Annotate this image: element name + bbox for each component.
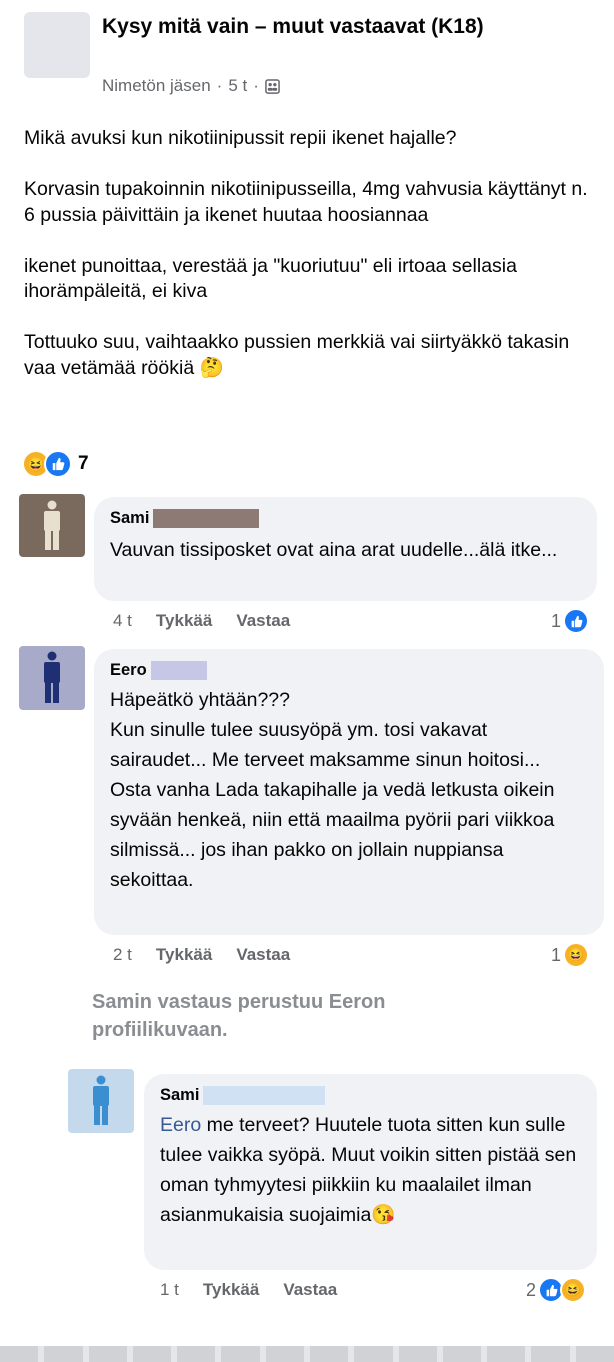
person-silhouette-icon <box>44 500 60 550</box>
person-silhouette-icon <box>93 1075 109 1125</box>
avatar[interactable] <box>19 646 85 710</box>
person-silhouette-icon <box>44 651 60 703</box>
reaction-count: 2 <box>526 1279 537 1300</box>
comment-bubble: Eero Häpeätkö yhtään??? Kun sinulle tule… <box>94 649 604 935</box>
comment-bubble: Sami Vauvan tissiposket ovat aina arat u… <box>94 497 597 601</box>
comment-text-line: Osta vanha Lada takapihalle ja vedä letk… <box>110 779 555 891</box>
comment-time[interactable]: 1 t <box>160 1280 179 1300</box>
post-author[interactable]: Nimetön jäsen <box>102 76 211 96</box>
like-link[interactable]: Tykkää <box>156 611 212 631</box>
avatar[interactable] <box>68 1069 134 1133</box>
comment-text-line: Kun sinulle tulee suusyöpä ym. tosi vaka… <box>110 719 541 771</box>
comment-author[interactable]: Eero <box>110 659 588 681</box>
reply-text: me terveet? Huutele tuota sitten kun sul… <box>160 1114 577 1226</box>
post-paragraph: Tottuuko suu, vaihtaakko pussien merkkiä… <box>24 331 570 379</box>
reply-link[interactable]: Vastaa <box>236 611 290 631</box>
reaction-count: 1 <box>551 944 562 965</box>
redacted-surname <box>150 660 207 680</box>
comment-author[interactable]: Sami <box>160 1084 581 1106</box>
post-reactions[interactable]: 😆 7 <box>22 450 89 478</box>
comment-reactions[interactable]: 2 😆 <box>526 1277 587 1303</box>
comment-time[interactable]: 4 t <box>113 611 132 631</box>
group-avatar[interactable] <box>24 12 90 78</box>
redacted-surname <box>203 1085 326 1105</box>
comment-reactions[interactable]: 1 <box>551 608 590 634</box>
annotation-text: Samin vastaus perustuu Eeron profiilikuv… <box>92 991 386 1041</box>
reply-link[interactable]: Vastaa <box>236 945 290 965</box>
like-link[interactable]: Tykkää <box>203 1280 259 1300</box>
reply-link[interactable]: Vastaa <box>283 1280 337 1300</box>
haha-icon: 😆 <box>563 942 590 968</box>
comment-actions: 2 t Tykkää Vastaa <box>113 945 290 965</box>
meta-separator-2: · <box>253 76 259 95</box>
comment-reactions[interactable]: 1 😆 <box>551 942 590 968</box>
members-audience-icon <box>265 78 280 94</box>
comment-author[interactable]: Sami <box>110 507 581 529</box>
like-link[interactable]: Tykkää <box>156 945 212 965</box>
post-time[interactable]: 5 t <box>228 76 247 96</box>
group-title[interactable]: Kysy mitä vain – muut vastaavat (K18) <box>102 13 522 41</box>
like-icon <box>44 450 72 478</box>
comment-text-line: Häpeätkö yhtään??? <box>110 689 290 711</box>
mention-link[interactable]: Eero <box>160 1114 201 1136</box>
avatar[interactable] <box>19 494 85 557</box>
comment-actions: 1 t Tykkää Vastaa <box>160 1280 337 1300</box>
bottom-divider <box>0 1346 614 1362</box>
reaction-count: 1 <box>551 610 562 631</box>
meta-separator: · <box>216 76 223 95</box>
post-paragraph: Mikä avuksi kun nikotiinipussit repii ik… <box>24 127 457 149</box>
comment-actions: 4 t Tykkää Vastaa <box>113 611 290 631</box>
post-meta: Nimetön jäsen · 5 t · <box>102 76 280 96</box>
comment-text: Eero me terveet? Huutele tuota sitten ku… <box>160 1110 581 1230</box>
comment-text: Vauvan tissiposket ovat aina arat uudell… <box>110 539 558 561</box>
post-body: Mikä avuksi kun nikotiinipussit repii ik… <box>24 126 594 381</box>
reply-bubble: Sami Eero me terveet? Huutele tuota sitt… <box>144 1074 597 1270</box>
reaction-count: 7 <box>78 453 89 474</box>
post-paragraph: ikenet punoittaa, verestää ja "kuoriutuu… <box>24 254 517 303</box>
redacted-surname <box>153 508 260 528</box>
kiss-emoji: 😘 <box>371 1204 396 1226</box>
comment-time[interactable]: 2 t <box>113 945 132 965</box>
post-paragraph: Korvasin tupakoinnin nikotiinipusseilla,… <box>24 178 588 226</box>
haha-icon: 😆 <box>560 1277 587 1303</box>
like-icon <box>563 608 590 634</box>
